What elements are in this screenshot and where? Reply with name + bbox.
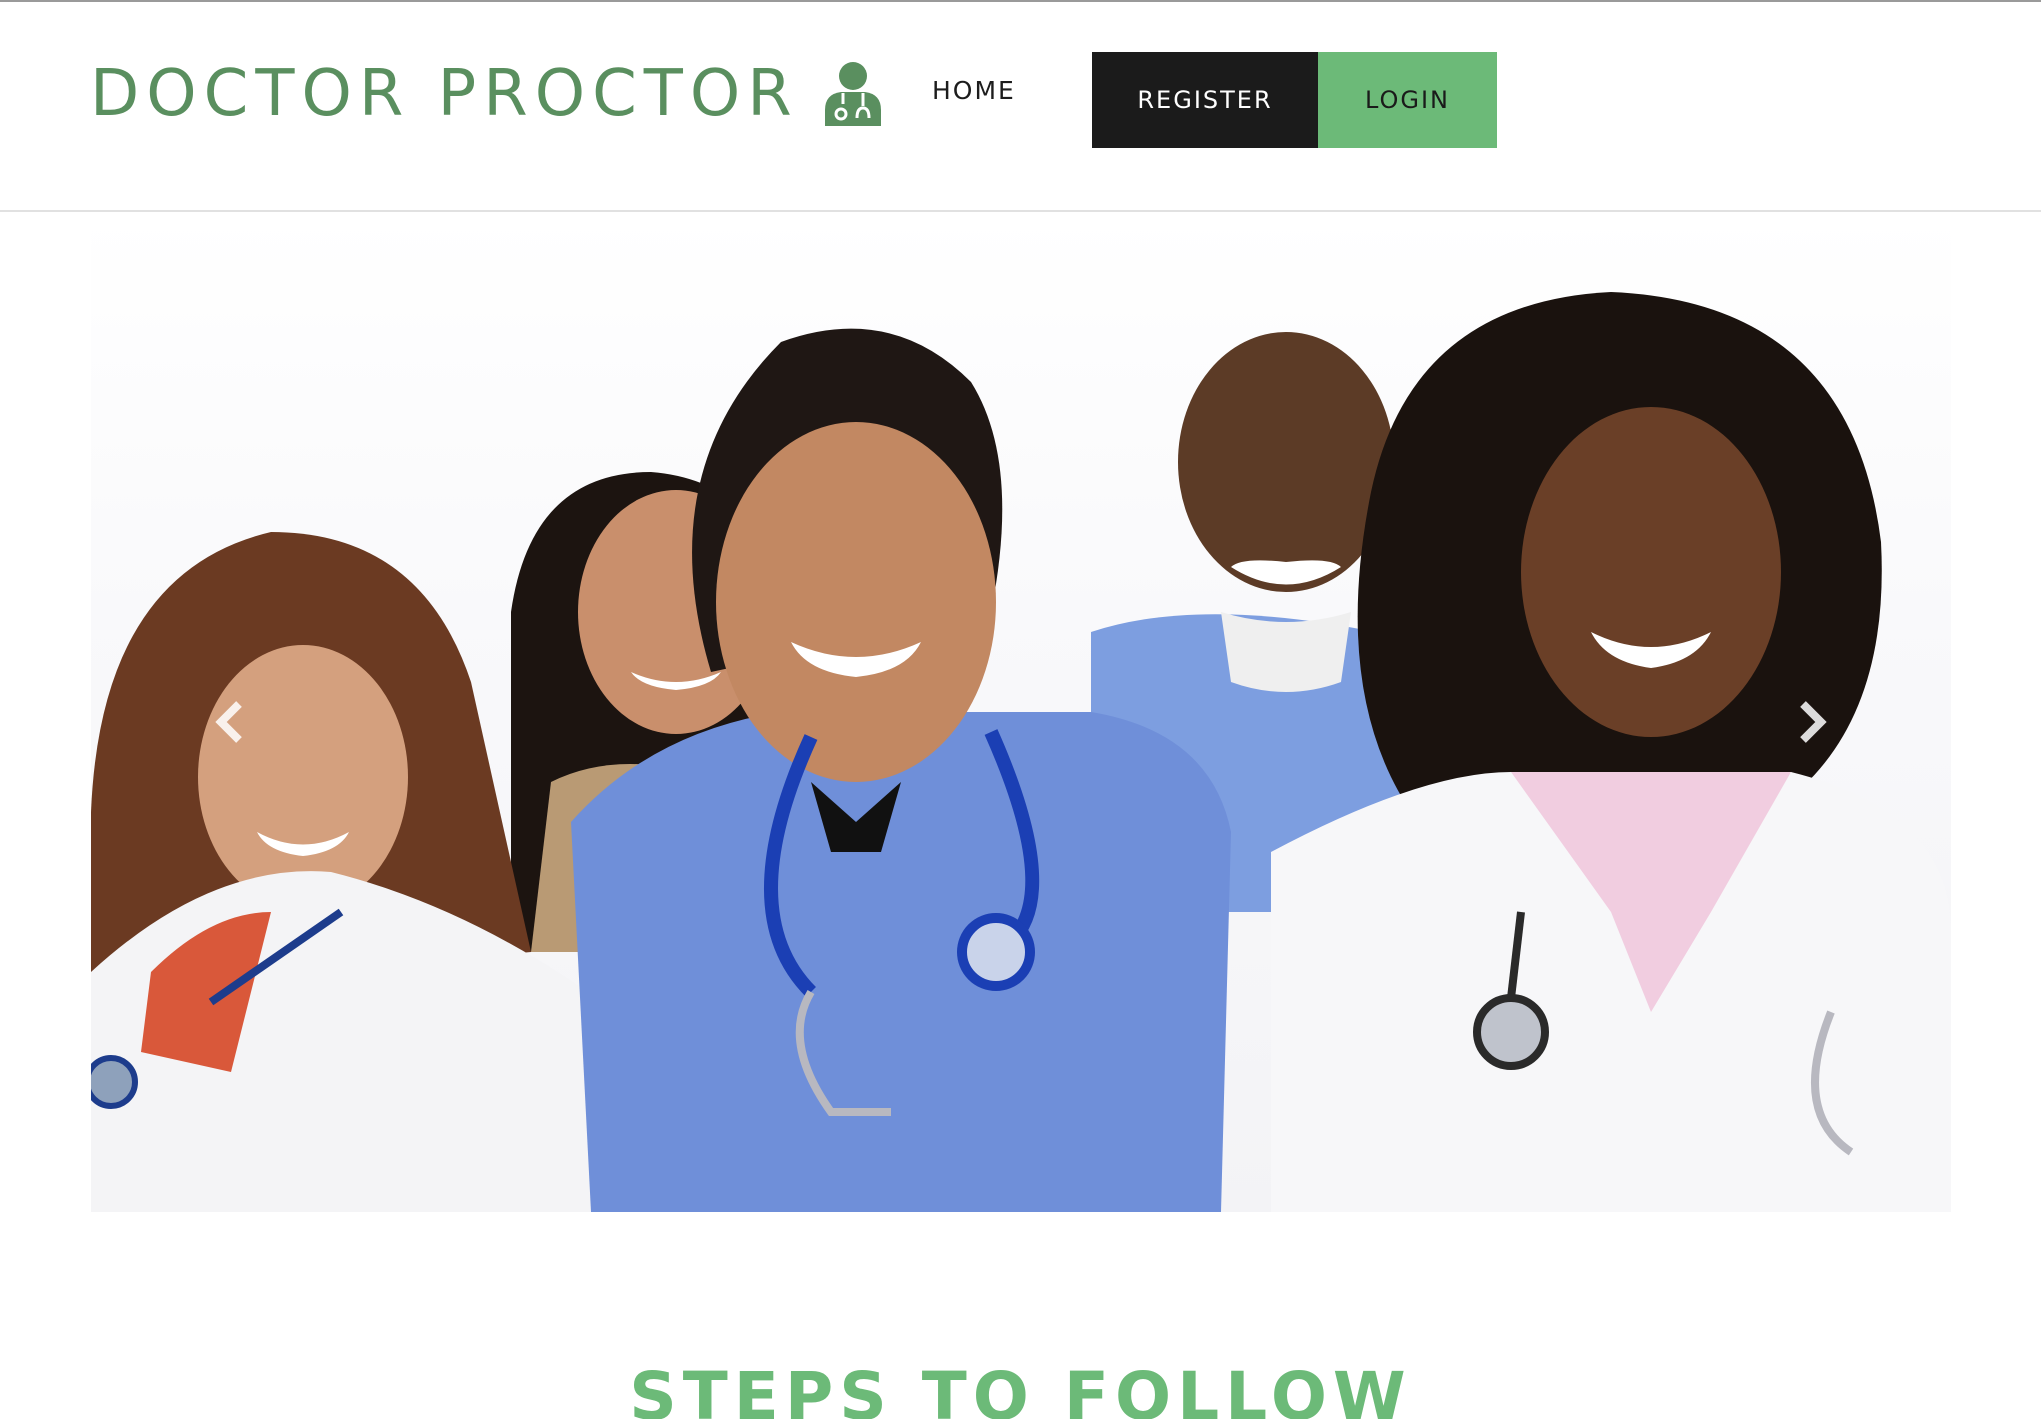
group-of-smiling-doctors-photo (91, 292, 1951, 1212)
page: DOCTOR PROCTOR HOME REGISTER LOGIN STEPS… (0, 0, 2041, 1419)
register-button[interactable]: REGISTER (1092, 52, 1318, 148)
hero-carousel (91, 212, 1951, 1212)
chevron-left-icon (215, 701, 242, 743)
brand-name: DOCTOR PROCTOR (90, 57, 799, 131)
nav-home-link[interactable]: HOME (932, 76, 1016, 105)
doctor-stethoscope-icon (823, 60, 883, 128)
carousel-next-button[interactable] (1781, 692, 1841, 752)
carousel-prev-button[interactable] (201, 692, 261, 752)
section-title: STEPS TO FOLLOW (629, 1357, 1412, 1419)
chevron-right-icon (1800, 701, 1827, 743)
site-header: DOCTOR PROCTOR HOME REGISTER LOGIN (0, 2, 2041, 212)
brand-logo[interactable]: DOCTOR PROCTOR (90, 56, 883, 132)
login-button[interactable]: LOGIN (1318, 52, 1497, 148)
